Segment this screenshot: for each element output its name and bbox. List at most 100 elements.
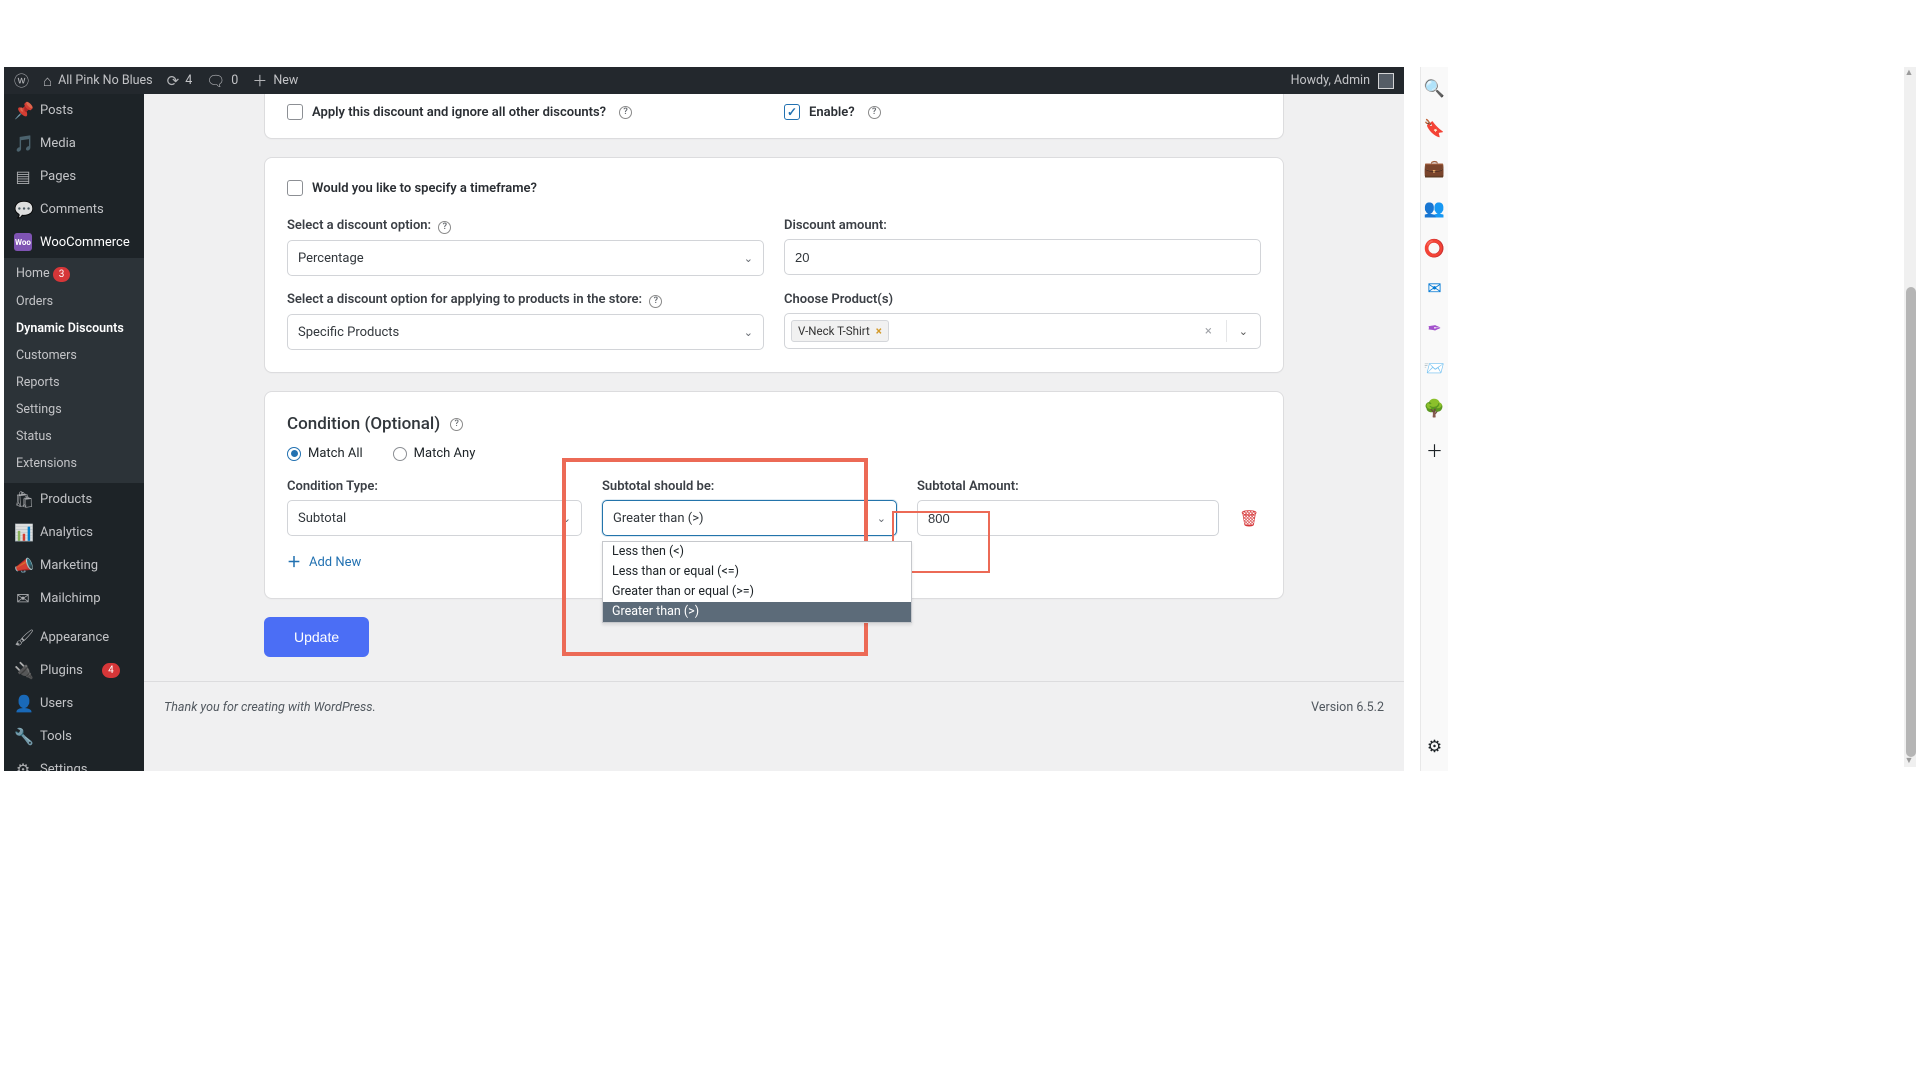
mailchimp-icon: ✉ — [14, 589, 32, 608]
info-icon[interactable]: ? — [649, 295, 662, 308]
menu-posts[interactable]: 📌Posts — [4, 94, 144, 127]
pages-icon: ▤ — [14, 167, 32, 186]
analytics-icon: 📊 — [14, 523, 32, 542]
discount-option-value: Percentage — [298, 251, 364, 266]
chevron-down-icon[interactable]: ⌄ — [1233, 325, 1254, 338]
enable-checkbox[interactable]: Enable?? — [784, 104, 881, 120]
submenu-dynamic-discounts[interactable]: Dynamic Discounts — [4, 315, 144, 342]
people-icon[interactable]: 👥 — [1425, 199, 1445, 219]
menu-pages[interactable]: ▤Pages — [4, 160, 144, 193]
opt-gte[interactable]: Greater than or equal (>=) — [603, 582, 911, 602]
scroll-down-icon[interactable]: ▼ — [1904, 755, 1914, 767]
feather-icon[interactable]: ✒ — [1425, 319, 1445, 339]
choose-products-multiselect[interactable]: V-Neck T-Shirt× × ⌄ — [784, 313, 1261, 349]
wp-logo[interactable]: ⓦ — [14, 70, 29, 91]
menu-products-label: Products — [40, 492, 92, 507]
menu-users[interactable]: 👤Users — [4, 687, 144, 720]
menu-tools[interactable]: 🔧Tools — [4, 720, 144, 753]
condition-type-select[interactable]: Subtotal⌄ — [287, 500, 582, 536]
content-area: Apply this discount and ignore all other… — [144, 94, 1404, 771]
subtotal-operator-dropdown: Less then (<) Less than or equal (<=) Gr… — [602, 541, 912, 623]
updates-link[interactable]: ⟳4 — [167, 72, 193, 90]
submenu-extensions[interactable]: Extensions — [4, 450, 144, 477]
info-icon[interactable]: ? — [438, 221, 451, 234]
menu-mailchimp[interactable]: ✉Mailchimp — [4, 582, 144, 615]
search-icon[interactable]: 🔍 — [1425, 79, 1445, 99]
applying-to-label: Select a discount option for applying to… — [287, 292, 764, 308]
menu-plugins[interactable]: 🔌Plugins 4 — [4, 654, 144, 687]
applying-to-select[interactable]: Specific Products⌄ — [287, 314, 764, 350]
menu-appearance[interactable]: 🖌Appearance — [4, 621, 144, 654]
send-icon[interactable]: 📨 — [1425, 359, 1445, 379]
menu-settings[interactable]: ⚙ Settings — [4, 753, 144, 771]
scrollbar[interactable]: ▲ ▼ — [1904, 67, 1916, 767]
match-any-radio[interactable]: Match Any — [393, 446, 476, 461]
plugins-badge: 4 — [102, 663, 120, 678]
subtotal-operator-select[interactable]: Greater than (>)⌄ — [602, 500, 897, 536]
submenu-orders[interactable]: Orders — [4, 288, 144, 315]
applying-to-value: Specific Products — [298, 325, 399, 340]
add-tool-icon[interactable]: ＋ — [1425, 439, 1445, 459]
users-icon: 👤 — [14, 694, 32, 713]
update-button[interactable]: Update — [264, 617, 369, 657]
menu-woocommerce[interactable]: WooWooCommerce — [4, 226, 144, 258]
match-all-radio[interactable]: Match All — [287, 446, 363, 461]
menu-comments-label: Comments — [40, 202, 104, 217]
howdy-text[interactable]: Howdy, Admin — [1291, 73, 1370, 88]
avatar[interactable] — [1378, 73, 1394, 89]
menu-appearance-label: Appearance — [40, 630, 109, 645]
new-content-link[interactable]: ＋New — [252, 70, 298, 91]
condition-card: Condition (Optional)? Match All Match An… — [264, 391, 1284, 599]
submenu-status[interactable]: Status — [4, 423, 144, 450]
tag-icon[interactable]: 🔖 — [1425, 119, 1445, 139]
submenu-customers[interactable]: Customers — [4, 342, 144, 369]
outlook-icon[interactable]: ✉ — [1425, 279, 1445, 299]
info-icon[interactable]: ? — [619, 106, 632, 119]
subtotal-should-be-label: Subtotal should be: — [602, 479, 897, 494]
add-new-label: Add New — [309, 555, 361, 570]
submenu-settings[interactable]: Settings — [4, 396, 144, 423]
menu-analytics[interactable]: 📊Analytics — [4, 516, 144, 549]
settings-icon: ⚙ — [14, 760, 32, 771]
chevron-down-icon: ⌄ — [562, 512, 571, 525]
site-name-link[interactable]: ⌂All Pink No Blues — [43, 72, 153, 90]
scroll-thumb[interactable] — [1906, 287, 1916, 757]
opt-less-than[interactable]: Less then (<) — [603, 542, 911, 562]
info-icon[interactable]: ? — [450, 418, 463, 431]
woocommerce-submenu: Home 3 Orders Dynamic Discounts Customer… — [4, 258, 144, 483]
menu-marketing[interactable]: 📣Marketing — [4, 549, 144, 582]
apply-discount-checkbox[interactable]: Apply this discount and ignore all other… — [287, 104, 632, 120]
scroll-up-icon[interactable]: ▲ — [1904, 67, 1914, 79]
submenu-home[interactable]: Home 3 — [4, 260, 144, 288]
discount-option-select[interactable]: Percentage ⌄ — [287, 240, 764, 276]
briefcase-icon[interactable]: 💼 — [1425, 159, 1445, 179]
timeframe-checkbox[interactable]: Would you like to specify a timeframe? — [287, 180, 537, 196]
opt-greater-than[interactable]: Greater than (>) — [603, 602, 911, 622]
chevron-down-icon: ⌄ — [744, 252, 753, 265]
menu-media[interactable]: 🎵Media — [4, 127, 144, 160]
footer-version: Version 6.5.2 — [1311, 700, 1384, 715]
enable-label: Enable? — [809, 105, 855, 120]
menu-products[interactable]: 🛍Products — [4, 483, 144, 516]
discount-amount-input[interactable] — [784, 239, 1261, 275]
footer-thanks: Thank you for creating with WordPress. — [164, 700, 376, 715]
subtotal-amount-input[interactable] — [917, 500, 1219, 536]
clear-all-icon[interactable]: × — [1197, 324, 1220, 339]
menu-marketing-label: Marketing — [40, 558, 98, 573]
apply-discount-label: Apply this discount and ignore all other… — [312, 105, 606, 120]
comments-link[interactable]: 🗨0 — [206, 72, 238, 90]
tree-icon[interactable]: 🌳 — [1425, 399, 1445, 419]
menu-settings-label: Settings — [40, 762, 87, 771]
gear-icon[interactable]: ⚙ — [1425, 737, 1445, 757]
add-new-condition-button[interactable]: ＋Add New — [287, 552, 361, 572]
opt-lte[interactable]: Less than or equal (<=) — [603, 562, 911, 582]
admin-sidebar: 📌Posts 🎵Media ▤Pages 💬Comments WooWooCom… — [4, 94, 144, 771]
office-icon[interactable]: ⭕ — [1425, 239, 1445, 259]
plugins-icon: 🔌 — [14, 661, 32, 680]
menu-media-label: Media — [40, 136, 76, 151]
menu-comments[interactable]: 💬Comments — [4, 193, 144, 226]
submenu-reports[interactable]: Reports — [4, 369, 144, 396]
tag-remove-icon[interactable]: × — [876, 324, 882, 338]
delete-condition-icon[interactable]: 🗑 — [1239, 509, 1259, 528]
info-icon[interactable]: ? — [868, 106, 881, 119]
